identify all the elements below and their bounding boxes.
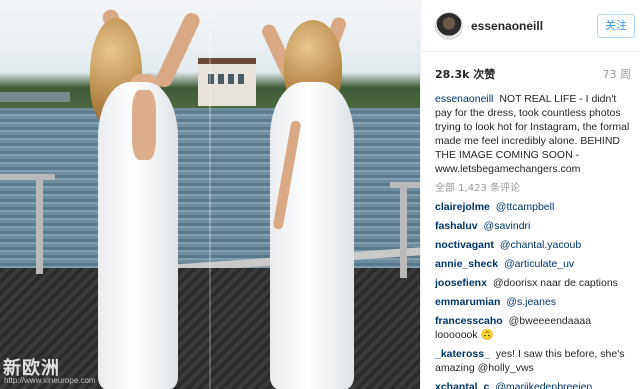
comment-text[interactable]: @ttcampbell bbox=[496, 201, 555, 213]
post-username[interactable]: essenaoneill bbox=[471, 19, 543, 33]
photo-house bbox=[198, 58, 256, 106]
avatar[interactable] bbox=[435, 12, 463, 40]
comment-item: fashaluv @savindri bbox=[435, 219, 635, 233]
post-caption: essenaoneill NOT REAL LIFE - I didn't pa… bbox=[435, 92, 635, 176]
comment-username[interactable]: _kateross_ bbox=[435, 348, 490, 360]
comment-username[interactable]: joosefienx bbox=[435, 277, 487, 289]
photo-bridge bbox=[0, 92, 70, 102]
comment-item: francesscaho @bweeeendaaaa looooook 🙃 bbox=[435, 314, 635, 342]
comment-text[interactable]: @chantal.yacoub bbox=[500, 239, 581, 251]
view-all-comments-link[interactable]: 全部 1,423 条评论 bbox=[435, 182, 635, 196]
photo-split-line bbox=[209, 0, 211, 389]
comment-item: _kateross_ yes! I saw this before, she's… bbox=[435, 347, 635, 375]
comment-username[interactable]: xchantal_c bbox=[435, 381, 489, 389]
photo-railing bbox=[0, 174, 55, 180]
comment-text[interactable]: @savindri bbox=[484, 220, 531, 232]
comment-username[interactable]: clairejolme bbox=[435, 201, 490, 213]
comment-item: annie_sheck @articulate_uv bbox=[435, 257, 635, 271]
comment-item: clairejolme @ttcampbell bbox=[435, 200, 635, 214]
caption-username[interactable]: essenaoneill bbox=[435, 93, 493, 105]
comment-username[interactable]: annie_sheck bbox=[435, 258, 498, 270]
watermark-url: http://www.xineurope.com bbox=[4, 376, 96, 385]
likes-count[interactable]: 28.3k 次赞 bbox=[435, 66, 495, 82]
comment-item: joosefienx @doorisx naar de captions bbox=[435, 276, 635, 290]
follow-button[interactable]: 关注 bbox=[597, 14, 635, 38]
post-stats: 28.3k 次赞 73 周 bbox=[421, 60, 640, 86]
comment-item: noctivagant @chantal.yacoub bbox=[435, 238, 635, 252]
comment-username[interactable]: noctivagant bbox=[435, 239, 494, 251]
comment-text[interactable]: @s.jeanes bbox=[506, 296, 556, 308]
comments-feed[interactable]: essenaoneill NOT REAL LIFE - I didn't pa… bbox=[435, 92, 635, 389]
photo-figure-right bbox=[259, 10, 372, 389]
comment-text: @doorisx naar de captions bbox=[492, 277, 618, 289]
photo-railing-post bbox=[400, 182, 407, 278]
caption-text: NOT REAL LIFE - I didn't pay for the dre… bbox=[435, 93, 630, 175]
comment-username[interactable]: emmarumian bbox=[435, 296, 500, 308]
photo-railing-post bbox=[36, 174, 43, 274]
comment-item: xchantal_c @marijkedenbreejen bbox=[435, 380, 635, 389]
comment-username[interactable]: fashaluv bbox=[435, 220, 478, 232]
post-photo[interactable]: 新欧洲 http://www.xineurope.com bbox=[0, 0, 420, 389]
post-header: essenaoneill 关注 bbox=[421, 0, 640, 52]
comment-item: emmarumian @s.jeanes bbox=[435, 295, 635, 309]
post-age[interactable]: 73 周 bbox=[603, 66, 632, 82]
comment-text[interactable]: @articulate_uv bbox=[504, 258, 574, 270]
comment-username[interactable]: francesscaho bbox=[435, 315, 503, 327]
photo-figure-left bbox=[72, 0, 203, 389]
comment-text[interactable]: @marijkedenbreejen bbox=[495, 381, 592, 389]
post-sidebar: essenaoneill 关注 28.3k 次赞 73 周 essenaonei… bbox=[420, 0, 640, 389]
